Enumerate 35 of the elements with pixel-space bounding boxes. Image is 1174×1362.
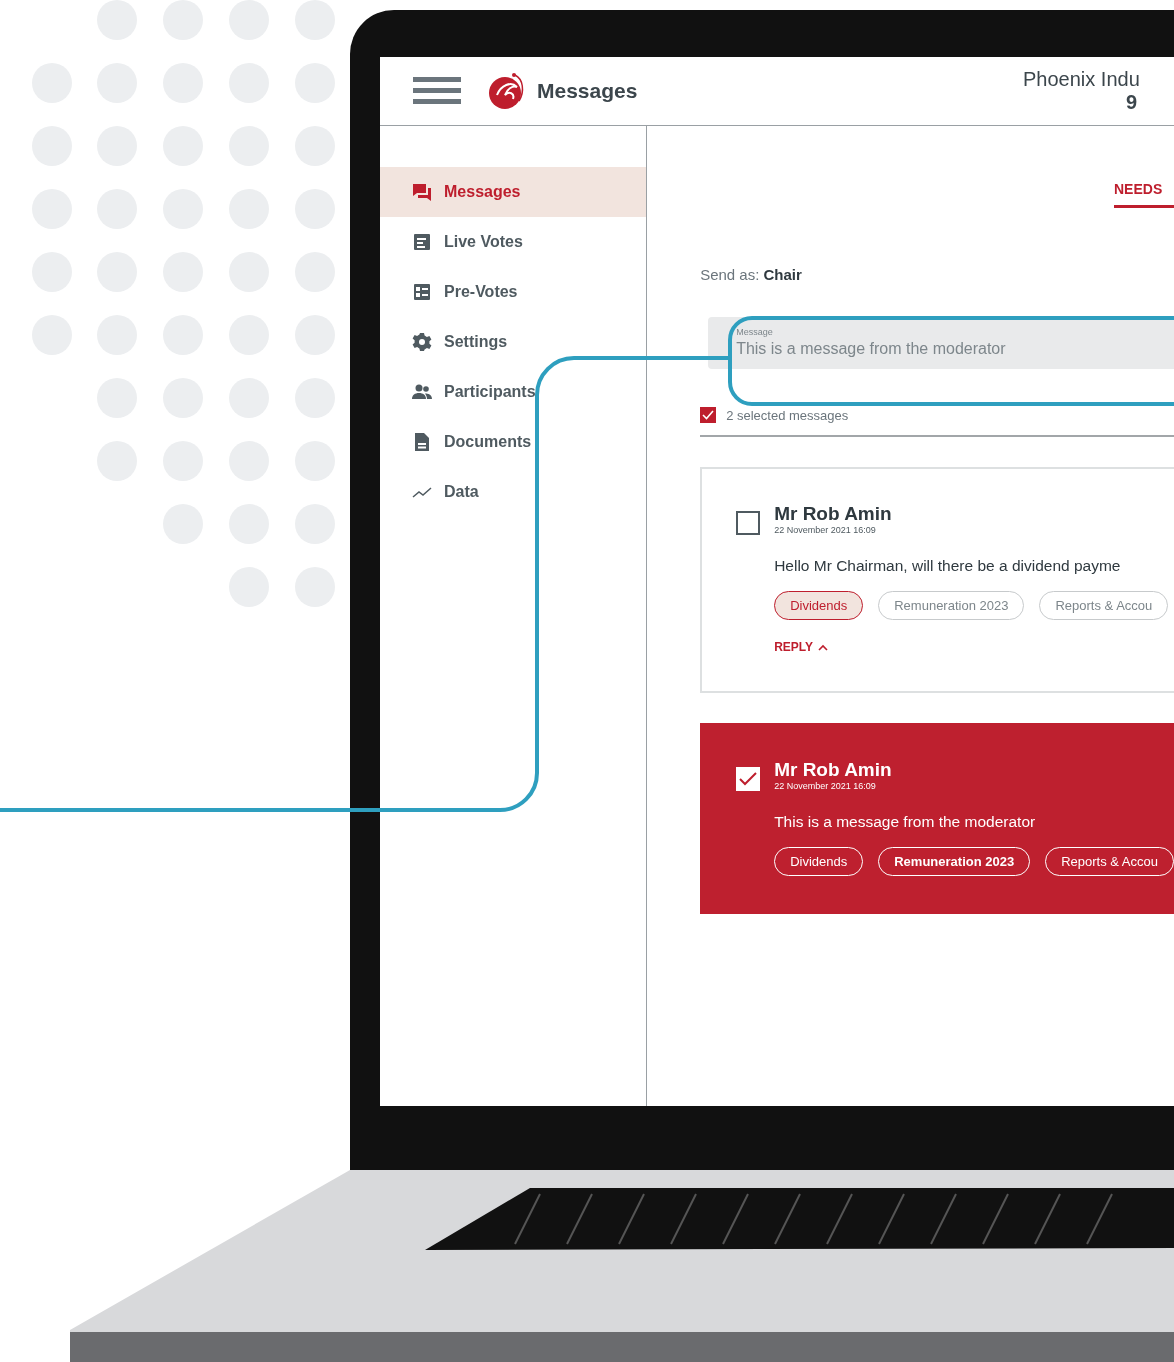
organization-detail: 9 <box>1126 91 1138 114</box>
menu-icon[interactable] <box>413 77 461 105</box>
sidebar-item[interactable]: Pre-Votes <box>380 267 647 317</box>
selection-count: 2 selected messages <box>726 407 849 423</box>
reply-link[interactable]: REPLY <box>774 640 829 654</box>
people-icon <box>412 382 432 402</box>
message-text: Hello Mr Chairman, will there be a dividend payme <box>774 557 1122 575</box>
sidebar-item[interactable]: Settings <box>380 317 647 367</box>
author-name: Mr Rob Amin <box>774 759 892 781</box>
organization-name: Phoenix Indu <box>1023 68 1140 91</box>
sidebar-item[interactable]: Documents <box>380 417 647 467</box>
message-timestamp: 22 November 2021 16:09 <box>774 781 877 791</box>
sidebar-item[interactable]: Participants <box>380 367 647 417</box>
chat-icon <box>412 182 432 202</box>
page-title: Messages <box>537 79 638 103</box>
checklist-icon <box>412 282 432 302</box>
document-icon <box>412 432 432 452</box>
message-timestamp: 22 November 2021 16:09 <box>774 525 877 535</box>
message-card[interactable]: Mr Rob Amin 22 November 2021 16:09 Hello Mr Chairman, will there be a dividend payme Dividends Remuneration 2023 Reports & Accou REPLY <box>700 467 1174 693</box>
filter-tab[interactable]: NEEDS <box>1114 181 1174 208</box>
message-checkbox[interactable] <box>736 767 761 791</box>
sidebar-item[interactable]: Messages <box>380 167 647 217</box>
author-name: Mr Rob Amin <box>774 503 892 525</box>
message-card[interactable]: Mr Rob Amin 22 November 2021 16:09 This is a message from the moderator Dividends Remuneration 2023 Reports & Accou <box>700 723 1174 914</box>
message-text: This is a message from the moderator <box>774 813 1037 831</box>
settings-icon <box>412 332 432 352</box>
list-icon <box>412 232 432 252</box>
send-as-label: Send as: Chair <box>700 266 803 283</box>
sidebar-item[interactable]: Live Votes <box>380 217 647 267</box>
chevron-up-icon <box>818 643 829 651</box>
sidebar-item[interactable]: Data <box>380 467 647 517</box>
topic-tag[interactable]: Dividends <box>774 591 864 620</box>
message-checkbox[interactable] <box>736 511 761 535</box>
select-all-checkbox[interactable] <box>700 407 717 423</box>
message-field[interactable]: Message This is a message from the moderator <box>708 317 1174 369</box>
